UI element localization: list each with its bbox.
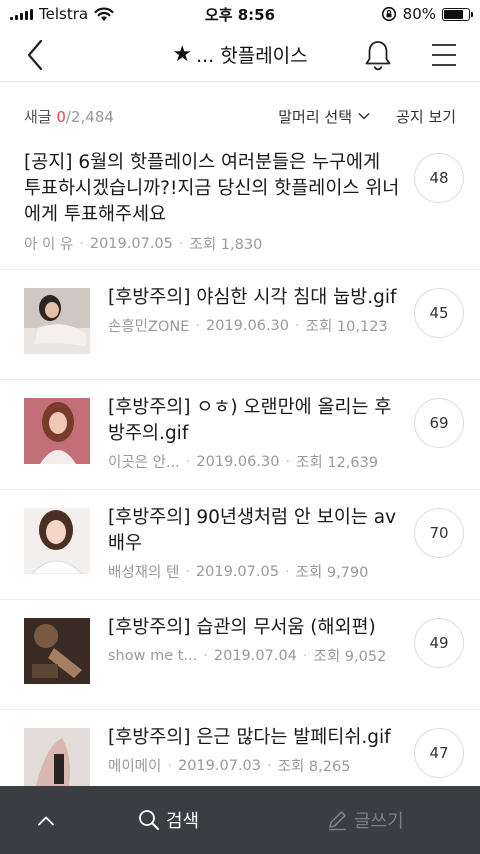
star-icon: ★ bbox=[172, 42, 193, 67]
post-text: [후방주의] 야심한 시각 침대 눕방.gif 손흥민ZONE · 2019.0… bbox=[108, 285, 404, 336]
post-meta: 메이메이 · 2019.07.03 · 조회 8,265 bbox=[108, 755, 404, 776]
notice-author: 아 이 유 bbox=[24, 237, 74, 253]
search-button[interactable]: 검색 bbox=[138, 802, 199, 838]
post-title: [후방주의] 90년생처럼 안 보이는 av배우 bbox=[108, 507, 397, 554]
notice-date: 2019.07.05 bbox=[89, 235, 173, 252]
post-views: 조회 10,123 bbox=[305, 319, 388, 335]
signal-icon bbox=[10, 8, 33, 20]
post-date: 2019.06.30 bbox=[205, 317, 290, 334]
board-toolbar: 새글 0/2,484 말머리 선택 공지 보기 bbox=[0, 82, 480, 150]
post-date: 2019.07.04 bbox=[213, 647, 297, 664]
comment-count-badge[interactable]: 70 bbox=[414, 508, 464, 558]
comment-count-badge[interactable]: 47 bbox=[414, 728, 464, 778]
post-author: 이곳은 안... bbox=[108, 455, 180, 471]
post-author: 손흥민ZONE bbox=[108, 319, 190, 335]
comment-count-badge[interactable]: 45 bbox=[414, 288, 464, 338]
menu-button[interactable] bbox=[426, 37, 462, 73]
post-thumbnail bbox=[24, 508, 90, 574]
new-post-count: 새글 0/2,484 bbox=[24, 106, 114, 127]
page-title: ★ ... 핫플레이스 bbox=[172, 41, 307, 68]
new-label: 새글 bbox=[24, 107, 57, 126]
post-views: 조회 12,639 bbox=[296, 455, 379, 471]
list-item[interactable]: [후방주의] 90년생처럼 안 보이는 av배우 배성재의 텐 · 2019.0… bbox=[0, 490, 480, 600]
post-thumbnail bbox=[24, 728, 90, 786]
post-meta: 배성재의 텐 · 2019.07.05 · 조회 9,790 bbox=[108, 561, 404, 582]
list-item[interactable]: [후방주의] 습관의 무서움 (해외편) show me t... · 2019… bbox=[0, 600, 480, 710]
toolbar-actions: 말머리 선택 공지 보기 bbox=[278, 106, 456, 127]
post-text: [후방주의] 90년생처럼 안 보이는 av배우 배성재의 텐 · 2019.0… bbox=[108, 505, 404, 582]
post-date: 2019.06.30 bbox=[196, 453, 280, 470]
battery-icon bbox=[442, 7, 473, 21]
post-title: [후방주의] ㅇㅎ) 오랜만에 올리는 후방주의.gif bbox=[108, 397, 392, 444]
post-text: [후방주의] 습관의 무서움 (해외편) show me t... · 2019… bbox=[108, 615, 404, 666]
comment-count-badge[interactable]: 48 bbox=[414, 153, 464, 203]
status-bar: Telstra 오후 8:56 80% bbox=[0, 0, 480, 28]
post-author: 메이메이 bbox=[108, 759, 162, 775]
post-thumbnail bbox=[24, 288, 90, 354]
search-label: 검색 bbox=[166, 811, 200, 832]
chevron-down-icon bbox=[358, 112, 370, 120]
scroll-top-button[interactable] bbox=[26, 800, 66, 840]
post-meta: show me t... · 2019.07.04 · 조회 9,052 bbox=[108, 645, 404, 666]
post-date: 2019.07.05 bbox=[195, 563, 279, 580]
post-views: 조회 9,052 bbox=[313, 649, 387, 665]
post-author: 배성재의 텐 bbox=[108, 565, 180, 581]
prefix-select-dropdown[interactable]: 말머리 선택 bbox=[278, 106, 370, 127]
back-button[interactable] bbox=[18, 38, 52, 72]
post-text: [후방주의] 은근 많다는 발페티쉬.gif 메이메이 · 2019.07.03… bbox=[108, 725, 404, 776]
post-author: show me t... bbox=[108, 647, 198, 664]
board-title: ... 핫플레이스 bbox=[196, 45, 308, 67]
nav-bar: ★ ... 핫플레이스 bbox=[0, 28, 480, 82]
notification-button[interactable] bbox=[360, 37, 396, 73]
list-item[interactable]: [후방주의] 은근 많다는 발페티쉬.gif 메이메이 · 2019.07.03… bbox=[0, 710, 480, 786]
notice-title: [공지] 6월의 핫플레이스 여러분들은 누구에게 투표하시겠습니까?!지금 당… bbox=[24, 152, 400, 225]
notice-item[interactable]: [공지] 6월의 핫플레이스 여러분들은 누구에게 투표하시겠습니까?!지금 당… bbox=[0, 150, 480, 270]
post-title: [후방주의] 야심한 시각 침대 눕방.gif bbox=[108, 287, 397, 308]
notice-view-button[interactable]: 공지 보기 bbox=[396, 106, 456, 127]
comment-count-badge[interactable]: 49 bbox=[414, 618, 464, 668]
rotation-lock-icon bbox=[381, 6, 396, 22]
prefix-select-label: 말머리 선택 bbox=[278, 107, 353, 126]
post-thumbnail bbox=[24, 618, 90, 684]
write-label: 글쓰기 bbox=[354, 811, 404, 832]
total-count: /2,484 bbox=[65, 107, 114, 126]
post-text: [후방주의] ㅇㅎ) 오랜만에 올리는 후방주의.gif 이곳은 안... · … bbox=[108, 395, 404, 472]
search-icon bbox=[139, 810, 159, 830]
status-left: Telstra bbox=[10, 5, 114, 23]
carrier-label: Telstra bbox=[39, 5, 89, 23]
post-views: 조회 8,265 bbox=[277, 759, 351, 775]
bottom-toolbar: 검색 글쓰기 bbox=[0, 786, 480, 854]
new-count-value: 0 bbox=[56, 107, 66, 126]
chevron-up-icon bbox=[38, 816, 54, 825]
wifi-icon bbox=[94, 7, 114, 21]
bell-icon bbox=[365, 41, 391, 71]
write-button[interactable]: 글쓰기 bbox=[326, 802, 404, 838]
hamburger-icon bbox=[432, 44, 456, 66]
notice-views: 조회 1,830 bbox=[189, 237, 263, 253]
post-list: [공지] 6월의 핫플레이스 여러분들은 누구에게 투표하시겠습니까?!지금 당… bbox=[0, 150, 480, 786]
chevron-left-icon bbox=[27, 39, 43, 71]
post-title: [후방주의] 은근 많다는 발페티쉬.gif bbox=[108, 727, 391, 748]
post-meta: 손흥민ZONE · 2019.06.30 · 조회 10,123 bbox=[108, 315, 404, 336]
post-views: 조회 9,790 bbox=[295, 565, 369, 581]
list-item[interactable]: [후방주의] 야심한 시각 침대 눕방.gif 손흥민ZONE · 2019.0… bbox=[0, 270, 480, 380]
battery-percent: 80% bbox=[402, 5, 436, 23]
status-right: 80% bbox=[381, 5, 473, 23]
post-date: 2019.07.03 bbox=[177, 757, 262, 774]
post-thumbnail bbox=[24, 398, 90, 464]
post-title: [후방주의] 습관의 무서움 (해외편) bbox=[108, 617, 376, 638]
notice-meta: 아 이 유 · 2019.07.05 · 조회 1,830 bbox=[24, 233, 400, 254]
pencil-icon bbox=[329, 811, 346, 831]
comment-count-badge[interactable]: 69 bbox=[414, 398, 464, 448]
list-item[interactable]: [후방주의] ㅇㅎ) 오랜만에 올리는 후방주의.gif 이곳은 안... · … bbox=[0, 380, 480, 490]
post-meta: 이곳은 안... · 2019.06.30 · 조회 12,639 bbox=[108, 451, 404, 472]
